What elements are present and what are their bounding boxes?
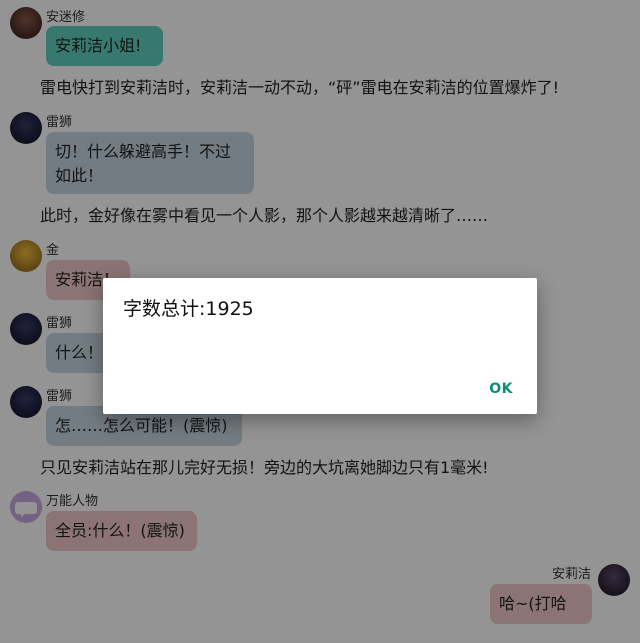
ok-button[interactable]: OK bbox=[489, 381, 513, 397]
word-count-dialog: 字数总计:1925 OK bbox=[103, 278, 537, 414]
dialog-message: 字数总计:1925 bbox=[123, 298, 254, 320]
